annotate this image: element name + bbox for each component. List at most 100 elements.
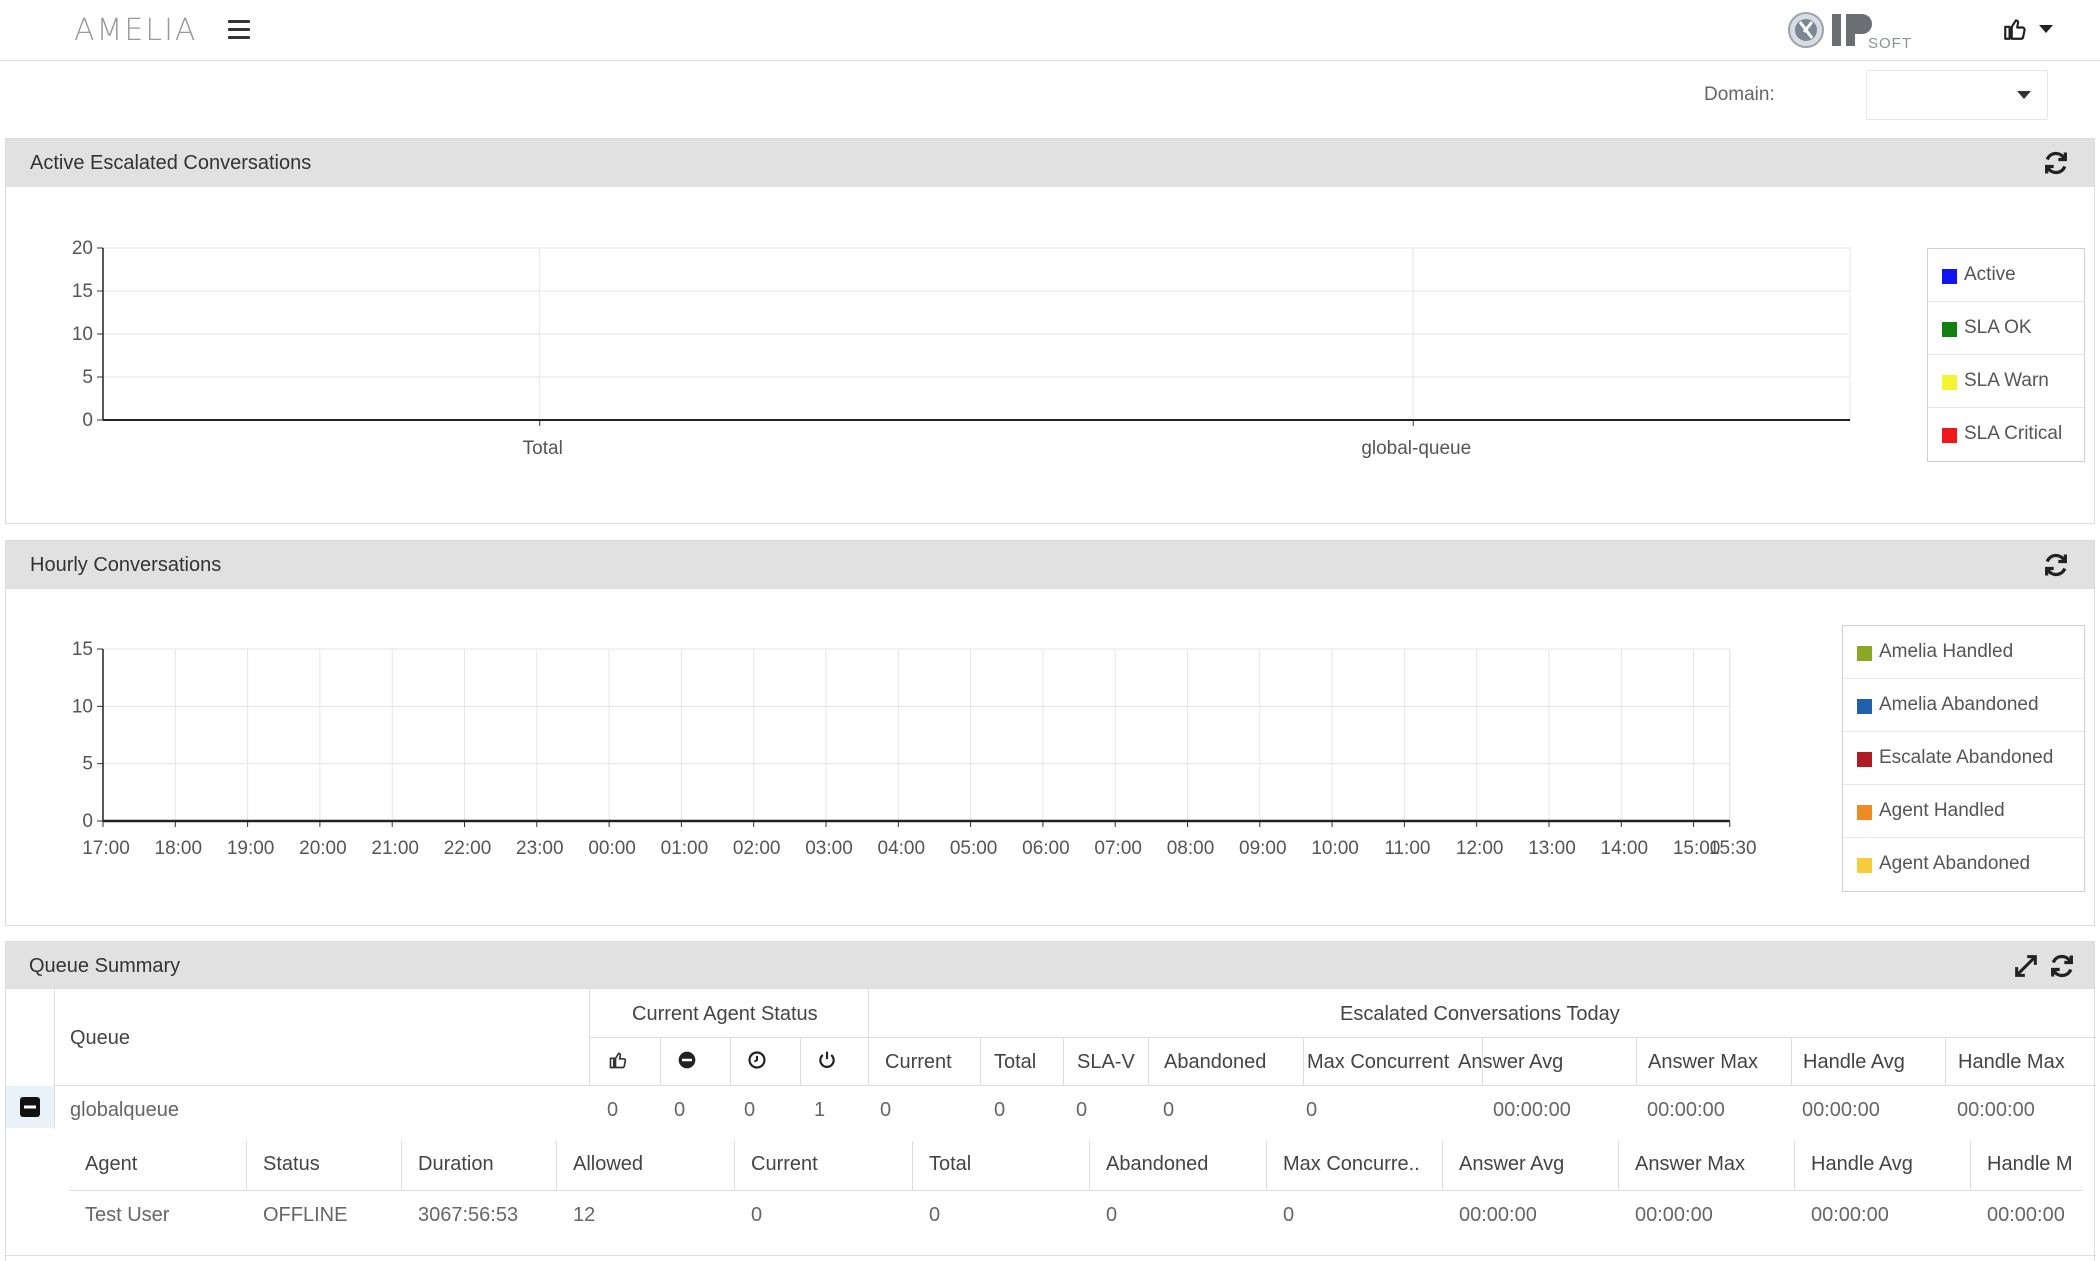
minus-circle-icon[interactable] (677, 1050, 697, 1070)
legend-swatch (1857, 805, 1872, 820)
column-header-max-concurrent[interactable]: Max Concurrent (1307, 1051, 1449, 1074)
status-count: 1 (814, 1099, 826, 1121)
agent-column-header[interactable]: Abandoned (1106, 1153, 1208, 1176)
x-tick-label: 21:00 (371, 838, 419, 859)
legend-item[interactable]: Agent Abandoned (1843, 838, 2084, 891)
legend-swatch (1942, 428, 1957, 443)
x-tick-label: 10:00 (1311, 838, 1359, 859)
active-chart-legend: Active SLA OK SLA Warn SLA Critical (1927, 248, 2085, 462)
thumbs-up-icon (2004, 19, 2026, 40)
y-tick-label: 10 (72, 696, 93, 717)
legend-swatch (1857, 858, 1872, 873)
x-tick-label: 04:00 (878, 838, 926, 859)
power-icon[interactable] (817, 1050, 837, 1070)
active-escalated-chart: 0 5 10 15 20 Total global-queue (72, 238, 1851, 459)
agent-column-header[interactable]: Total (929, 1153, 971, 1176)
legend-swatch (1857, 699, 1872, 714)
agent-column-header[interactable]: Allowed (573, 1153, 643, 1176)
agent-column-header[interactable]: Current (751, 1153, 818, 1176)
refresh-icon[interactable] (2042, 149, 2070, 177)
agent-allowed: 12 (573, 1204, 596, 1226)
queue-summary-panel: Queue Summary Queue Current Agent Status… (5, 941, 2096, 1261)
legend-swatch (1857, 646, 1872, 661)
column-header-handle-max[interactable]: Handle Max (1958, 1051, 2065, 1074)
svg-text:SOFT: SOFT (1868, 35, 1912, 52)
legend-item[interactable]: SLA OK (1928, 302, 2084, 355)
legend-item[interactable]: Amelia Abandoned (1843, 679, 2084, 732)
x-tick-label: 19:00 (227, 838, 275, 859)
agent-column-header[interactable]: Answer Max (1635, 1153, 1745, 1176)
domain-label: Domain: (1704, 84, 1775, 105)
agent-column-header[interactable]: Duration (418, 1153, 494, 1176)
collapse-row-button[interactable] (6, 1086, 54, 1128)
x-tick-label: 15:30 (1709, 838, 1757, 859)
x-tick-label: 17:00 (82, 838, 130, 859)
agent-status-group-header: Current Agent Status (632, 1003, 818, 1025)
legend-item[interactable]: Active (1928, 249, 2084, 302)
chevron-down-icon (2039, 25, 2053, 33)
legend-item[interactable]: Escalate Abandoned (1843, 732, 2084, 785)
legend-item[interactable]: SLA Warn (1928, 355, 2084, 408)
hamburger-menu-icon[interactable] (228, 20, 250, 40)
minus-square-icon (20, 1097, 40, 1117)
agent-column-header[interactable]: Max Concurre.. (1283, 1153, 1420, 1176)
agent-answer-avg: 00:00:00 (1459, 1204, 1537, 1226)
hourly-chart-legend: Amelia Handled Amelia Abandoned Escalate A… (1842, 625, 2085, 892)
x-tick-label: 13:00 (1528, 838, 1576, 859)
chevron-down-icon (2017, 91, 2031, 99)
cell-handle-avg: 00:00:00 (1802, 1099, 1880, 1121)
x-tick-label: 09:00 (1239, 838, 1287, 859)
agent-max-concurrent: 0 (1283, 1204, 1295, 1226)
refresh-icon[interactable] (2048, 952, 2076, 980)
refresh-icon[interactable] (2042, 551, 2070, 579)
legend-item[interactable]: Amelia Handled (1843, 626, 2084, 679)
column-header-answer-avg[interactable]: Answer Avg (1458, 1051, 1563, 1074)
clock-icon[interactable] (747, 1050, 767, 1070)
column-header-current[interactable]: Current (885, 1051, 952, 1074)
y-tick-label: 20 (72, 238, 93, 259)
column-header-handle-avg[interactable]: Handle Avg (1803, 1051, 1905, 1074)
legend-item[interactable]: SLA Critical (1928, 408, 2084, 461)
agent-column-header[interactable]: Agent (85, 1153, 137, 1176)
cell-answer-avg: 00:00:00 (1493, 1099, 1571, 1121)
legend-label: SLA Warn (1964, 370, 2049, 391)
ipsoft-logo: SOFT (1788, 12, 1912, 52)
agent-column-header[interactable]: Handle M (1987, 1153, 2073, 1176)
agent-column-header[interactable]: Status (263, 1153, 320, 1176)
agent-column-header[interactable]: Handle Avg (1811, 1153, 1913, 1176)
x-tick-label: 20:00 (299, 838, 347, 859)
column-header-answer-max[interactable]: Answer Max (1648, 1051, 1758, 1074)
legend-item[interactable]: Agent Handled (1843, 785, 2084, 838)
queue-column-header[interactable]: Queue (70, 1027, 130, 1050)
queue-name[interactable]: globalqueue (70, 1099, 179, 1122)
expand-icon[interactable] (2012, 952, 2040, 980)
column-header-abandoned[interactable]: Abandoned (1164, 1051, 1266, 1074)
amelia-logo[interactable]: AMELIA (74, 13, 197, 48)
column-header-sla-v[interactable]: SLA-V (1077, 1051, 1135, 1074)
legend-swatch (1857, 752, 1872, 767)
x-tick-label: 12:00 (1456, 838, 1504, 859)
escalated-group-header: Escalated Conversations Today (1340, 1003, 1620, 1025)
domain-select[interactable] (1866, 70, 2048, 120)
legend-label: Amelia Abandoned (1879, 694, 2039, 715)
x-tick-label: Total (523, 438, 563, 459)
x-tick-label: 14:00 (1601, 838, 1649, 859)
legend-swatch (1942, 375, 1957, 390)
agent-column-header[interactable]: Answer Avg (1459, 1153, 1564, 1176)
cell-answer-max: 00:00:00 (1647, 1099, 1725, 1121)
x-tick-label: 03:00 (805, 838, 853, 859)
hourly-conversations-chart: 0 5 10 15 17:00 18:00 19:00 20:00 21:00 22:00 23:0… (72, 639, 1757, 859)
legend-label: Agent Abandoned (1879, 853, 2031, 874)
x-tick-label: 02:00 (733, 838, 781, 859)
cell-abandoned: 0 (1163, 1099, 1175, 1121)
thumbs-up-icon[interactable] (608, 1050, 628, 1070)
panel-title: Hourly Conversations (30, 554, 222, 576)
hourly-conversations-panel: Hourly Conversations 0 5 10 15 17:00 18:00 19:… (5, 540, 2095, 926)
cell-max-concurrent: 0 (1306, 1099, 1318, 1121)
y-tick-label: 0 (82, 811, 93, 832)
y-tick-label: 15 (72, 639, 93, 660)
status-count: 0 (607, 1099, 619, 1121)
column-header-total[interactable]: Total (994, 1051, 1036, 1074)
panel-header: Active Escalated Conversations (6, 139, 2094, 187)
feedback-menu-button[interactable] (1992, 12, 2062, 46)
